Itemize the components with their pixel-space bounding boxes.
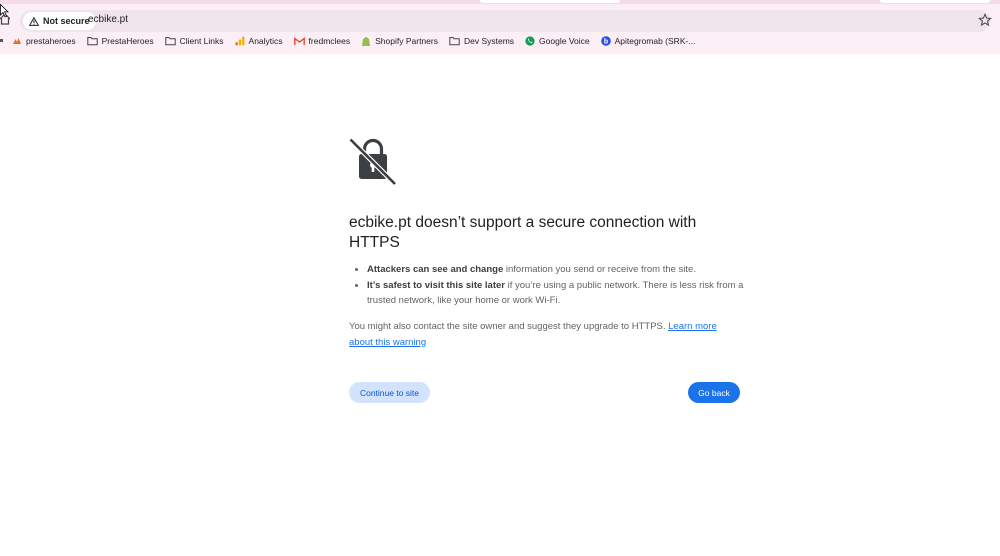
warning-list: Attackers can see and change information… xyxy=(349,262,747,309)
list-item: It’s safest to visit this site later if … xyxy=(367,278,747,309)
svg-text:b: b xyxy=(603,38,607,45)
address-bar[interactable]: Not secure ecbike.pt xyxy=(20,10,992,32)
analytics-icon xyxy=(235,36,244,46)
phone-icon xyxy=(525,36,535,46)
folder-icon xyxy=(449,37,460,46)
owner-note: You might also contact the site owner an… xyxy=(349,319,734,350)
bookmark-label: prestaheroes xyxy=(26,36,76,46)
bookmark-label: Apitegromab (SRK-... xyxy=(614,36,696,46)
insecure-lock-icon xyxy=(349,137,397,186)
bullet-bold: It’s safest to visit this site later xyxy=(367,279,505,291)
bookmark-apitegromab[interactable]: b Apitegromab (SRK-... xyxy=(600,36,696,46)
tab[interactable] xyxy=(480,0,620,3)
go-back-button[interactable]: Go back xyxy=(688,382,740,403)
note-text: You might also contact the site owner an… xyxy=(349,321,669,332)
gmail-icon xyxy=(293,36,305,45)
url-text[interactable]: ecbike.pt xyxy=(88,14,128,25)
toolbar: Not secure ecbike.pt xyxy=(0,4,1000,32)
b-icon: b xyxy=(600,36,611,46)
mouse-cursor-icon xyxy=(0,4,9,18)
bookmarks-bar: prestaheroes PrestaHeroes Client Links A… xyxy=(0,31,1000,51)
folder-icon xyxy=(164,37,176,46)
security-chip[interactable]: Not secure xyxy=(23,12,96,30)
bookmark-shopify-partners[interactable]: Shopify Partners xyxy=(361,36,438,47)
prestaheroes-icon xyxy=(13,38,21,44)
apps-icon[interactable] xyxy=(0,35,4,47)
security-chip-label: Not secure xyxy=(43,16,90,26)
folder-icon xyxy=(86,37,98,46)
bookmark-prestaheroes[interactable]: prestaheroes xyxy=(12,36,76,46)
list-item: Attackers can see and change information… xyxy=(367,262,747,278)
bookmark-google-voice[interactable]: Google Voice xyxy=(525,36,590,46)
bookmark-fredmclees[interactable]: fredmclees xyxy=(293,36,351,46)
bookmark-label: fredmclees xyxy=(308,36,351,46)
page-title: ecbike.pt doesn’t support a secure conne… xyxy=(349,214,697,251)
bookmark-prestaheroes-folder[interactable]: PrestaHeroes xyxy=(86,36,154,46)
browser-chrome: Not secure ecbike.pt prestaheroes Presta… xyxy=(0,0,1000,54)
bookmark-client-links[interactable]: Client Links xyxy=(164,36,224,46)
bookmark-dev-systems[interactable]: Dev Systems xyxy=(449,36,514,46)
bookmark-label: Analytics xyxy=(248,36,283,46)
bookmark-label: PrestaHeroes xyxy=(101,36,154,46)
bookmark-label: Shopify Partners xyxy=(375,36,438,46)
warning-icon xyxy=(29,16,39,26)
tab[interactable] xyxy=(880,0,990,3)
bookmark-label: Dev Systems xyxy=(463,36,515,46)
bookmark-analytics[interactable]: Analytics xyxy=(235,36,283,46)
bookmark-label: Google Voice xyxy=(539,36,590,46)
bookmark-label: Client Links xyxy=(179,36,224,46)
star-icon[interactable] xyxy=(978,13,992,27)
bullet-text: information you send or receive from the… xyxy=(503,264,696,275)
shopify-icon xyxy=(362,36,371,46)
bullet-bold: Attackers can see and change xyxy=(367,264,504,275)
continue-to-site-button[interactable]: Continue to site xyxy=(349,382,430,403)
